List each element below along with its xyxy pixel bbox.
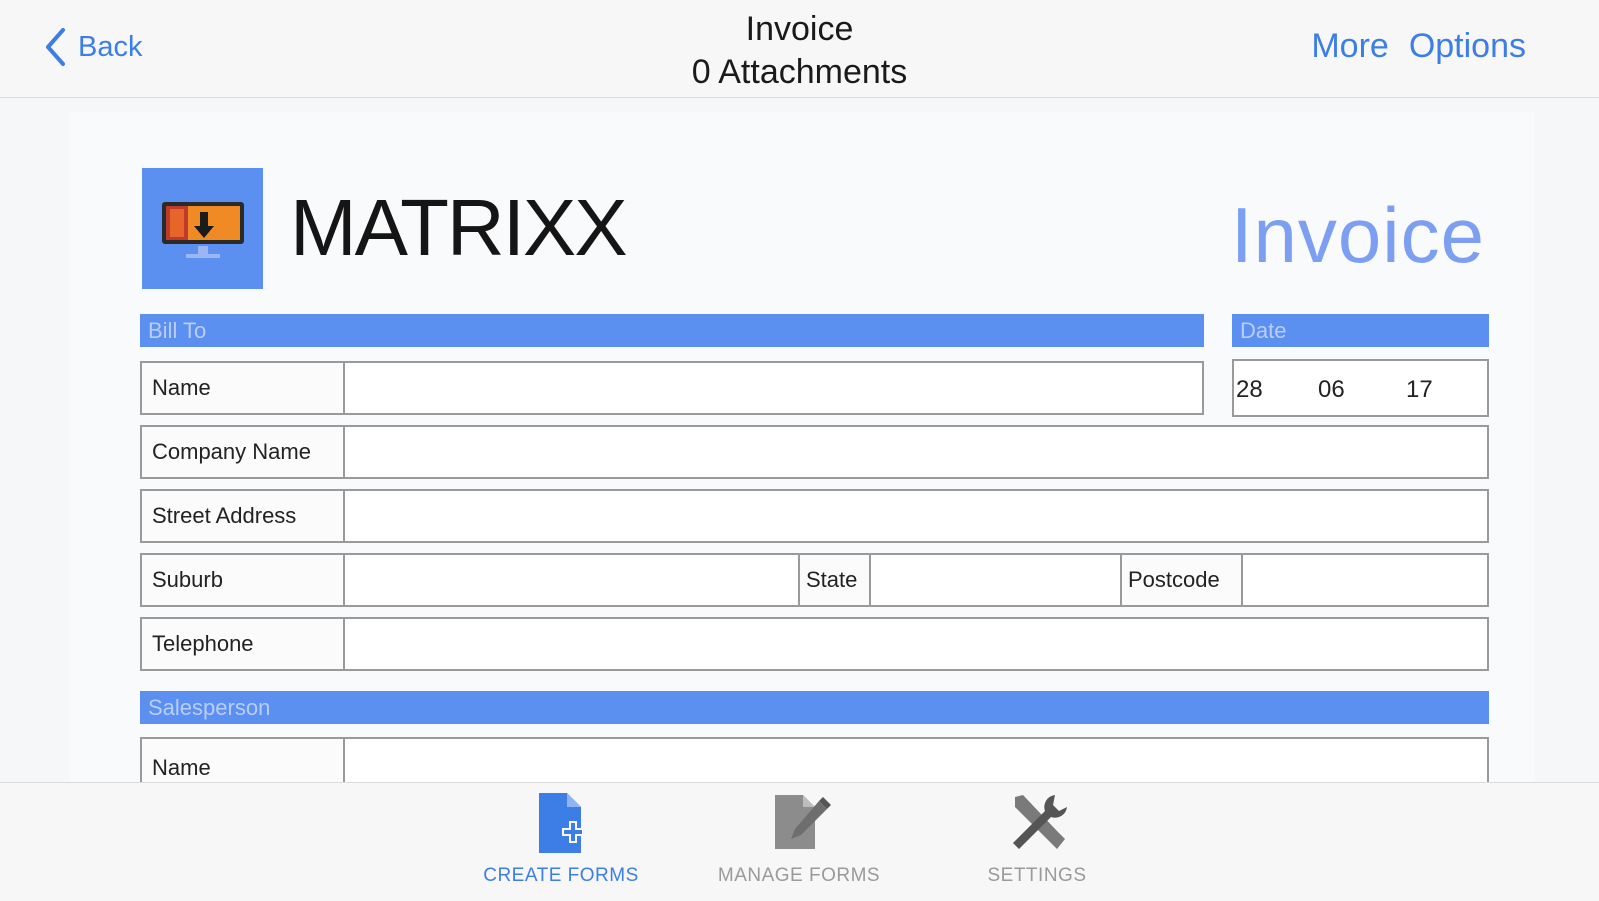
company-name-label: Company Name [142, 427, 345, 477]
document-title: Invoice [1230, 191, 1485, 279]
bill-to-name-row: Name [140, 361, 1204, 415]
company-name-row: Company Name [140, 425, 1489, 479]
street-address-row: Street Address [140, 489, 1489, 543]
state-field[interactable] [871, 555, 1122, 605]
company-name-field[interactable] [345, 427, 1487, 477]
date-year: 17 [1406, 376, 1433, 403]
manage-forms-icon [775, 795, 831, 849]
suburb-field[interactable] [345, 555, 800, 605]
more-button[interactable]: More [1311, 27, 1388, 66]
postcode-label: Postcode [1122, 555, 1243, 605]
company-logo [142, 168, 263, 289]
date-month: 06 [1318, 376, 1345, 403]
tab-settings[interactable]: SETTINGS [952, 791, 1122, 887]
company-brand: MATRIXX [290, 183, 628, 272]
tab-bar: CREATE FORMS MANAGE FORMS SETTINGS [0, 782, 1599, 901]
suburb-row: Suburb State Postcode [140, 553, 1489, 607]
date-field[interactable]: 28 06 17 [1232, 359, 1489, 417]
tab-manage-forms-label: MANAGE FORMS [717, 865, 881, 886]
monitor-logo-icon [162, 202, 244, 258]
postcode-field[interactable] [1243, 555, 1487, 605]
create-forms-icon [539, 793, 584, 853]
nav-bar: Back Invoice 0 Attachments More Options [0, 0, 1599, 98]
telephone-label: Telephone [142, 619, 345, 669]
suburb-label: Suburb [142, 555, 345, 605]
salesperson-header: Salesperson [140, 691, 1489, 724]
settings-icon [1013, 795, 1067, 849]
telephone-field[interactable] [345, 619, 1487, 669]
tab-settings-label: SETTINGS [987, 865, 1087, 886]
street-address-label: Street Address [142, 491, 345, 541]
date-day: 28 [1236, 376, 1263, 403]
telephone-row: Telephone [140, 617, 1489, 671]
nav-actions: More Options [1311, 27, 1526, 66]
bill-to-header: Bill To [140, 314, 1204, 347]
invoice-form: MATRIXX Invoice Bill To Date Name 28 06 … [70, 112, 1535, 803]
tab-create-forms-label: CREATE FORMS [483, 865, 639, 886]
name-field[interactable] [345, 363, 1202, 413]
options-button[interactable]: Options [1409, 27, 1526, 66]
street-address-field[interactable] [345, 491, 1487, 541]
tab-create-forms[interactable]: CREATE FORMS [476, 791, 646, 887]
name-label: Name [142, 363, 345, 413]
date-header: Date [1232, 314, 1489, 347]
tab-manage-forms[interactable]: MANAGE FORMS [714, 791, 884, 887]
state-label: State [800, 555, 871, 605]
